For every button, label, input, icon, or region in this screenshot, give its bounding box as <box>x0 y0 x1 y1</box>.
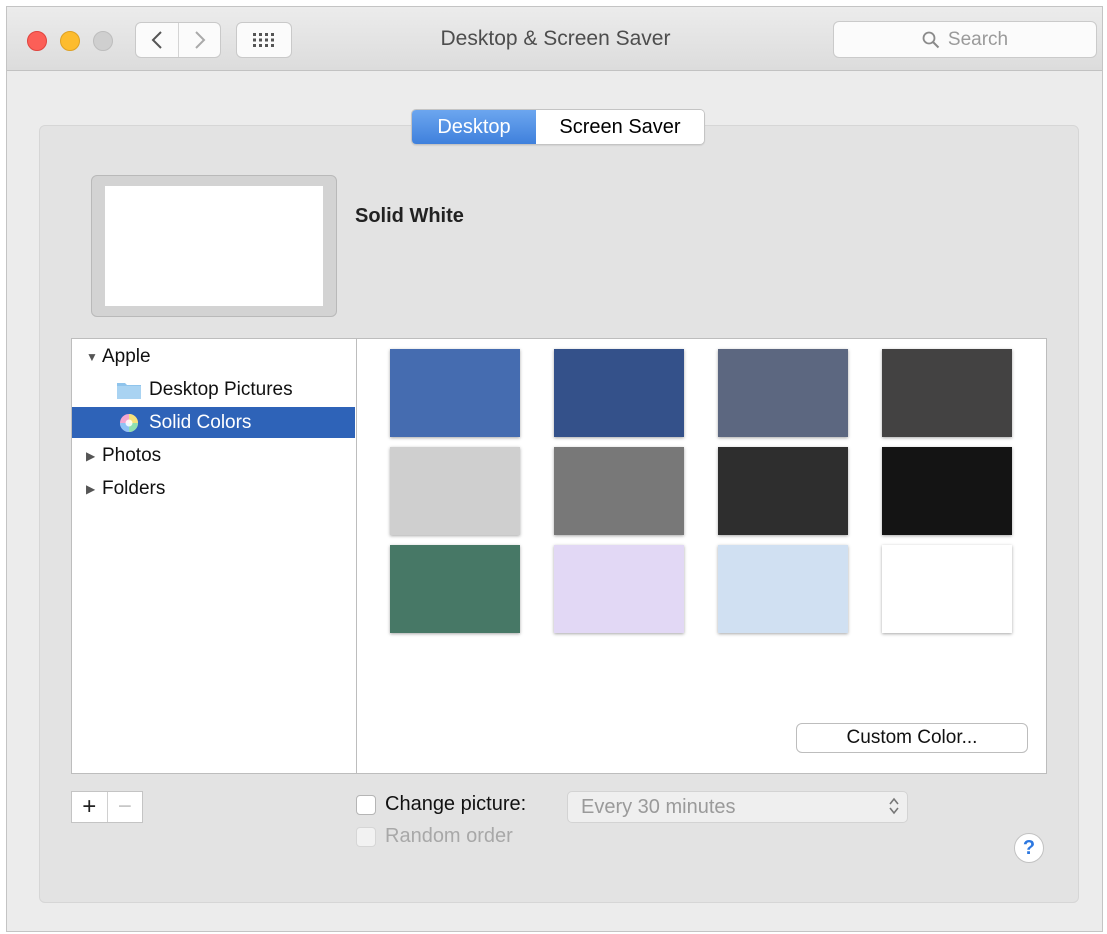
color-swatch[interactable] <box>718 349 848 437</box>
search-placeholder: Search <box>947 28 1009 50</box>
disclosure-closed-icon[interactable]: ▶ <box>86 482 102 496</box>
random-order-label: Random order <box>385 825 513 847</box>
change-picture-interval-select[interactable]: Every 30 minutes <box>567 791 908 823</box>
interval-value: Every 30 minutes <box>581 796 736 818</box>
sidebar-item-desktop-pictures[interactable]: Desktop Pictures <box>72 374 355 405</box>
preview-image <box>105 186 323 306</box>
disclosure-closed-icon[interactable]: ▶ <box>86 449 102 463</box>
color-swatch[interactable] <box>390 545 520 633</box>
search-icon <box>922 31 940 48</box>
title-bar: Desktop & Screen Saver Search <box>7 7 1102 71</box>
sidebar-item-label: Desktop Pictures <box>149 378 293 400</box>
color-swatch[interactable] <box>390 447 520 535</box>
tab-desktop[interactable]: Desktop <box>412 110 536 144</box>
color-swatch[interactable] <box>718 447 848 535</box>
folder-icon <box>117 382 141 399</box>
change-picture-label: Change picture: <box>385 793 527 815</box>
sidebar-item-label: Solid Colors <box>149 411 252 433</box>
color-swatch[interactable] <box>882 349 1012 437</box>
sidebar-item-label: Photos <box>102 444 162 466</box>
remove-folder-button[interactable]: − <box>108 792 143 822</box>
disclosure-open-icon[interactable]: ▼ <box>86 350 102 364</box>
source-list: ▼ Apple Desktop Pictures Solid Colors ▶ <box>71 338 357 774</box>
sidebar-item-folders[interactable]: ▶ Folders <box>72 473 355 504</box>
search-field[interactable]: Search <box>833 21 1097 58</box>
sidebar-item-solid-colors[interactable]: Solid Colors <box>72 407 355 438</box>
color-swatch[interactable] <box>882 545 1012 633</box>
color-swatch[interactable] <box>554 447 684 535</box>
color-swatch[interactable] <box>390 349 520 437</box>
color-swatch-grid <box>356 338 1047 774</box>
sidebar-item-photos[interactable]: ▶ Photos <box>72 440 355 471</box>
sidebar-item-label: Apple <box>102 345 151 367</box>
color-swatch[interactable] <box>882 447 1012 535</box>
selected-picture-name: Solid White <box>355 205 464 227</box>
color-wheel-icon <box>120 413 138 432</box>
add-remove-buttons: + − <box>71 791 143 823</box>
change-picture-checkbox[interactable] <box>356 795 376 815</box>
help-button[interactable]: ? <box>1014 833 1044 863</box>
add-folder-button[interactable]: + <box>72 792 108 822</box>
sidebar-item-label: Folders <box>102 477 166 499</box>
desktop-preview <box>91 175 337 317</box>
random-order-checkbox[interactable] <box>356 827 376 847</box>
color-swatch[interactable] <box>554 545 684 633</box>
custom-color-button[interactable]: Custom Color... <box>796 723 1028 753</box>
tab-screen-saver[interactable]: Screen Saver <box>536 110 704 144</box>
preferences-window: Desktop & Screen Saver Search Desktop Sc… <box>6 6 1103 932</box>
color-swatch[interactable] <box>554 349 684 437</box>
sidebar-item-apple[interactable]: ▼ Apple <box>72 341 355 372</box>
up-down-arrows-icon <box>889 796 899 817</box>
tab-bar: Desktop Screen Saver <box>411 109 705 145</box>
color-swatch[interactable] <box>718 545 848 633</box>
